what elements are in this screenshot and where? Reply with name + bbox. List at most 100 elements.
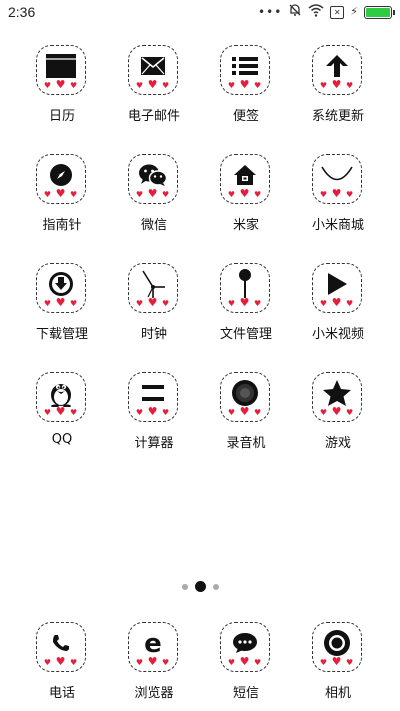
app-tile[interactable]: ♥ ♥ ♥	[312, 263, 362, 313]
app-tile[interactable]: ♥ ♥ ♥	[220, 45, 270, 95]
app-notes[interactable]: ♥ ♥ ♥ 便签	[200, 40, 292, 124]
notification-dots: •••	[258, 5, 283, 19]
notes-icon	[221, 54, 269, 78]
app-compass[interactable]: ♥ ♥ ♥ 指南针	[16, 149, 108, 233]
app-label: 小米商城	[311, 218, 364, 233]
star-icon	[313, 380, 361, 406]
status-time: 2:36	[8, 4, 36, 20]
app-calendar[interactable]: ♥ ♥ ♥ 日历	[16, 40, 108, 124]
app-grid: ♥ ♥ ♥ 日历 ♥ ♥ ♥ 电子邮件 ♥ ♥ ♥ 便签 ♥ ♥ ♥ 系统更新 ♥ ♥ ♥ 指南针…	[0, 40, 400, 451]
app-label: 短信	[232, 686, 259, 701]
app-tile[interactable]: ♥ ♥ ♥	[220, 622, 270, 672]
hearts-decoration: ♥ ♥ ♥	[135, 187, 171, 200]
hearts-decoration: ♥ ♥ ♥	[319, 655, 355, 668]
app-tile[interactable]: ♥ ♥ ♥	[128, 263, 178, 313]
app-label: 相机	[324, 686, 351, 701]
app-tile[interactable]: ♥ ♥ ♥	[128, 154, 178, 204]
app-file-pin[interactable]: ♥ ♥ ♥ 文件管理	[200, 258, 292, 342]
app-mail[interactable]: ♥ ♥ ♥ 电子邮件	[108, 40, 200, 124]
dock: ♥ ♥ ♥ 电话 e ♥ ♥ ♥ 浏览器 ♥ ♥ ♥ 短信 ♥ ♥ ♥ 相机	[0, 617, 400, 701]
app-wechat[interactable]: ♥ ♥ ♥ 微信	[108, 149, 200, 233]
app-tile[interactable]: ♥ ♥ ♥	[312, 154, 362, 204]
hearts-decoration: ♥ ♥ ♥	[135, 405, 171, 418]
app-label: 指南针	[42, 218, 82, 233]
page-dot[interactable]	[212, 583, 219, 590]
clock-icon	[129, 270, 177, 298]
charging-icon: ⚡	[350, 5, 358, 18]
svg-text:e: e	[144, 630, 162, 656]
no-sim-icon: ✕	[330, 5, 345, 19]
app-phone[interactable]: ♥ ♥ ♥ 电话	[16, 617, 108, 701]
home-icon	[221, 163, 269, 187]
app-label: 日历	[48, 109, 75, 124]
app-tile[interactable]: ♥ ♥ ♥	[312, 622, 362, 672]
compass-icon	[37, 163, 85, 187]
app-label: 录音机	[226, 436, 266, 451]
app-browser[interactable]: e ♥ ♥ ♥ 浏览器	[108, 617, 200, 701]
app-label: 计算器	[134, 436, 174, 451]
hearts-decoration: ♥ ♥ ♥	[227, 187, 263, 200]
app-label: 时钟	[140, 327, 167, 342]
app-clock[interactable]: ♥ ♥ ♥ 时钟	[108, 258, 200, 342]
wechat-icon	[129, 163, 177, 187]
hearts-decoration: ♥ ♥ ♥	[227, 655, 263, 668]
hearts-decoration: ♥ ♥ ♥	[43, 78, 79, 91]
app-label: 微信	[140, 218, 167, 233]
hearts-decoration: ♥ ♥ ♥	[227, 405, 263, 418]
app-home[interactable]: ♥ ♥ ♥ 米家	[200, 149, 292, 233]
status-bar: 2:36 ••• ✕ ⚡	[0, 0, 400, 24]
hearts-decoration: ♥ ♥ ♥	[319, 296, 355, 309]
app-download[interactable]: ♥ ♥ ♥ 下载管理	[16, 258, 108, 342]
app-tile[interactable]: ♥ ♥ ♥	[220, 263, 270, 313]
hearts-decoration: ♥ ♥ ♥	[319, 78, 355, 91]
app-tile[interactable]: ♥ ♥ ♥	[36, 263, 86, 313]
hearts-decoration: ♥ ♥ ♥	[319, 187, 355, 200]
battery-icon	[364, 5, 395, 19]
app-star[interactable]: ♥ ♥ ♥ 游戏	[292, 367, 384, 451]
app-label: QQ	[51, 432, 73, 447]
app-tile[interactable]: ♥ ♥ ♥	[128, 372, 178, 422]
hearts-decoration: ♥ ♥ ♥	[43, 296, 79, 309]
mute-bell-icon	[288, 3, 302, 21]
recorder-icon	[221, 380, 269, 406]
hearts-decoration: ♥ ♥ ♥	[319, 405, 355, 418]
browser-icon: e	[129, 630, 177, 656]
page-dot[interactable]	[194, 581, 206, 592]
app-update-arrow[interactable]: ♥ ♥ ♥ 系统更新	[292, 40, 384, 124]
app-tile[interactable]: e ♥ ♥ ♥	[128, 622, 178, 672]
app-label: 米家	[232, 218, 259, 233]
app-play[interactable]: ♥ ♥ ♥ 小米视频	[292, 258, 384, 342]
smile-icon	[313, 163, 361, 187]
page-dot[interactable]	[181, 583, 188, 590]
app-camera[interactable]: ♥ ♥ ♥ 相机	[292, 617, 384, 701]
app-label: 浏览器	[134, 686, 174, 701]
hearts-decoration: ♥ ♥ ♥	[135, 296, 171, 309]
wifi-icon	[308, 3, 324, 21]
hearts-decoration: ♥ ♥ ♥	[135, 78, 171, 91]
app-tile[interactable]: ♥ ♥ ♥	[36, 45, 86, 95]
qq-penguin-icon	[37, 381, 85, 407]
app-tile[interactable]: ♥ ♥ ♥	[312, 45, 362, 95]
app-tile[interactable]: ♥ ♥ ♥	[36, 372, 86, 422]
app-message[interactable]: ♥ ♥ ♥ 短信	[200, 617, 292, 701]
app-tile[interactable]: ♥ ♥ ♥	[36, 154, 86, 204]
app-tile[interactable]: ♥ ♥ ♥	[312, 372, 362, 422]
app-tile[interactable]: ♥ ♥ ♥	[220, 154, 270, 204]
equals-icon	[129, 381, 177, 405]
hearts-decoration: ♥ ♥ ♥	[43, 187, 79, 200]
phone-icon	[37, 631, 85, 655]
download-icon	[37, 272, 85, 296]
app-recorder[interactable]: ♥ ♥ ♥ 录音机	[200, 367, 292, 451]
app-tile[interactable]: ♥ ♥ ♥	[36, 622, 86, 672]
app-smile[interactable]: ♥ ♥ ♥ 小米商城	[292, 149, 384, 233]
app-qq-penguin[interactable]: ♥ ♥ ♥ QQ	[16, 367, 108, 451]
app-equals[interactable]: ♥ ♥ ♥ 计算器	[108, 367, 200, 451]
app-label: 游戏	[324, 436, 351, 451]
calendar-icon	[37, 54, 85, 78]
battery-fill	[366, 7, 390, 17]
hearts-decoration: ♥ ♥ ♥	[227, 78, 263, 91]
app-tile[interactable]: ♥ ♥ ♥	[128, 45, 178, 95]
page-indicator	[0, 581, 400, 592]
app-tile[interactable]: ♥ ♥ ♥	[220, 372, 270, 422]
app-label: 下载管理	[35, 327, 88, 342]
